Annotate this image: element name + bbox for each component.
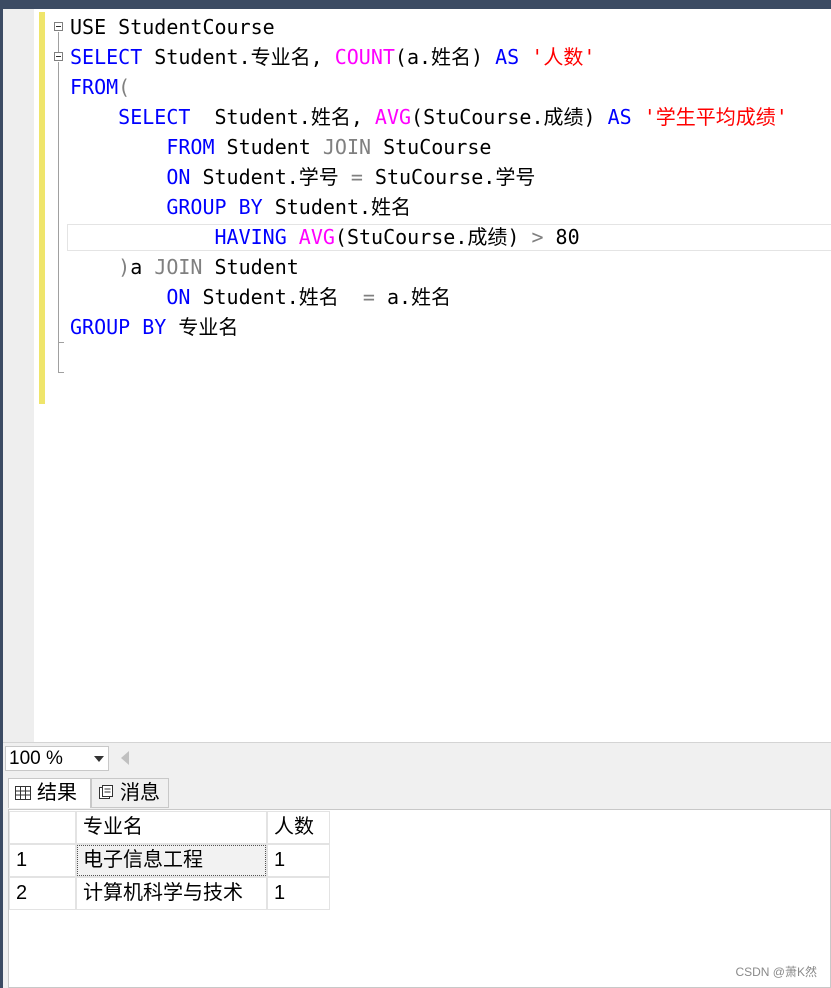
code-line[interactable]: ON Student.姓名 = a.姓名 bbox=[70, 283, 451, 311]
zoom-value: 100 % bbox=[9, 748, 63, 769]
code-token: SELECT bbox=[70, 45, 143, 69]
outline-line bbox=[58, 62, 59, 372]
code-token: Student.姓名 bbox=[190, 285, 363, 309]
code-token: Student bbox=[214, 135, 323, 159]
code-line[interactable]: HAVING AVG(StuCourse.成绩) > 80 bbox=[70, 223, 580, 251]
code-token: FROM bbox=[70, 75, 119, 99]
outline-tick bbox=[58, 342, 64, 343]
table-cell[interactable]: 1 bbox=[267, 877, 330, 910]
code-token: (a.姓名) bbox=[394, 45, 496, 69]
change-tracking-bar bbox=[39, 12, 45, 404]
code-line[interactable]: ON Student.学号 = StuCourse.学号 bbox=[70, 163, 535, 191]
collapse-use-icon[interactable] bbox=[54, 22, 63, 31]
code-token: > bbox=[531, 225, 544, 249]
code-token: FROM bbox=[166, 135, 215, 159]
code-token: AS bbox=[495, 45, 520, 69]
code-token: USE StudentCourse bbox=[70, 15, 275, 39]
code-token: (StuCourse.成绩) bbox=[334, 225, 532, 249]
code-token: ON bbox=[166, 165, 191, 189]
code-line[interactable]: )a JOIN Student bbox=[70, 253, 299, 281]
message-icon bbox=[98, 780, 114, 808]
code-token: ( bbox=[118, 75, 131, 99]
code-line[interactable]: GROUP BY 专业名 bbox=[70, 313, 238, 341]
zoom-dropdown[interactable]: 100 % bbox=[5, 746, 109, 771]
code-line[interactable]: USE StudentCourse bbox=[70, 13, 275, 41]
code-token: JOIN bbox=[322, 135, 372, 159]
code-token: StuCourse bbox=[371, 135, 492, 159]
row-number[interactable]: 2 bbox=[9, 877, 76, 910]
corner-cell bbox=[9, 811, 76, 844]
editor-margin bbox=[3, 9, 34, 742]
tab-messages[interactable]: 消息 bbox=[91, 778, 169, 808]
code-token: HAVING bbox=[214, 225, 287, 249]
code-token: '人数' bbox=[519, 45, 596, 69]
code-token: (StuCourse.成绩) bbox=[411, 105, 608, 129]
outline-tick bbox=[58, 372, 64, 373]
code-token: a.姓名 bbox=[374, 285, 452, 309]
code-token: ) bbox=[118, 255, 131, 279]
code-line[interactable]: SELECT Student.姓名, AVG(StuCourse.成绩) AS … bbox=[70, 103, 788, 131]
sql-editor[interactable]: USE StudentCourse SELECT Student.专业名, COU… bbox=[3, 9, 831, 742]
code-token: Student bbox=[202, 255, 299, 279]
tab-messages-label: 消息 bbox=[120, 782, 160, 804]
grid-icon bbox=[15, 780, 31, 808]
row-number[interactable]: 1 bbox=[9, 844, 76, 877]
watermark: CSDN @萧K然 bbox=[735, 965, 817, 979]
window-title-strip bbox=[0, 0, 831, 9]
code-token: a bbox=[130, 255, 155, 279]
code-token: 80 bbox=[543, 225, 580, 249]
code-token: GROUP BY bbox=[166, 195, 263, 219]
code-token: = bbox=[362, 285, 375, 309]
results-grid: 专业名 人数 1 电子信息工程 1 2 计算机科学与技术 1 bbox=[8, 809, 831, 988]
code-token: AVG bbox=[298, 225, 335, 249]
code-token: AS bbox=[607, 105, 632, 129]
table-cell[interactable]: 计算机科学与技术 bbox=[76, 877, 267, 910]
code-token: SELECT bbox=[118, 105, 191, 129]
tab-results[interactable]: 结果 bbox=[8, 778, 91, 808]
zoom-bar: 100 % bbox=[3, 742, 831, 774]
code-token: ON bbox=[166, 285, 191, 309]
column-header[interactable]: 人数 bbox=[267, 811, 330, 844]
scroll-left-icon[interactable] bbox=[121, 751, 129, 765]
chevron-down-icon[interactable] bbox=[94, 756, 104, 762]
code-token: GROUP BY bbox=[70, 315, 167, 339]
code-token: StuCourse.学号 bbox=[362, 165, 536, 189]
code-line[interactable]: GROUP BY Student.姓名 bbox=[70, 193, 411, 221]
code-line[interactable]: FROM Student JOIN StuCourse bbox=[70, 133, 491, 161]
code-token: Student.专业名, bbox=[142, 45, 335, 69]
code-token: JOIN bbox=[154, 255, 203, 279]
code-token: AVG bbox=[374, 105, 412, 129]
code-token: Student.姓名 bbox=[262, 195, 412, 219]
code-token: '学生平均成绩' bbox=[631, 105, 788, 129]
code-token: = bbox=[350, 165, 363, 189]
results-pane: 结果 消息 专业名 人数 1 电子信息工程 1 2 计算机科学与技术 1 bbox=[3, 773, 831, 988]
collapse-select-icon[interactable] bbox=[54, 52, 63, 61]
code-token: COUNT bbox=[334, 45, 395, 69]
code-token: Student.姓名, bbox=[190, 105, 375, 129]
column-header[interactable]: 专业名 bbox=[76, 811, 267, 844]
table-cell[interactable]: 电子信息工程 bbox=[76, 844, 267, 877]
code-line[interactable]: SELECT Student.专业名, COUNT(a.姓名) AS '人数' bbox=[70, 43, 595, 71]
code-token: Student.学号 bbox=[190, 165, 351, 189]
table-cell[interactable]: 1 bbox=[267, 844, 330, 877]
outline-line bbox=[58, 32, 59, 54]
code-line[interactable]: FROM( bbox=[70, 73, 130, 101]
code-token: 专业名 bbox=[166, 315, 239, 339]
tab-results-label: 结果 bbox=[37, 782, 77, 804]
